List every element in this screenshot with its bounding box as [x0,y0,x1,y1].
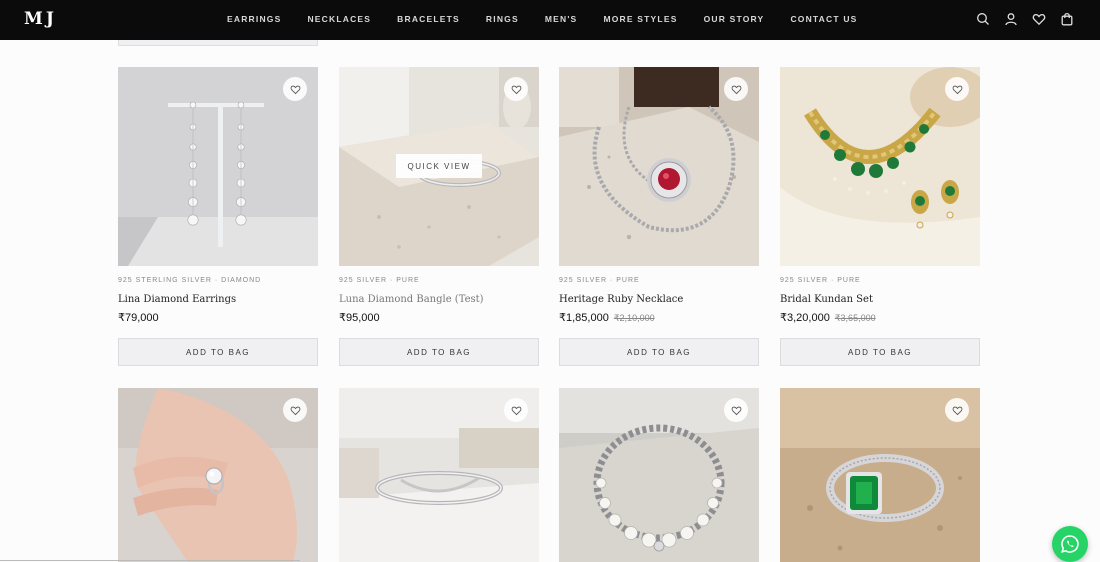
nav-link-mens[interactable]: MEN'S [545,14,578,24]
add-to-bag-button[interactable]: ADD TO BAG [118,338,318,366]
product-image[interactable] [118,388,318,562]
product-price: ₹3,20,000 ₹3,65,000 [780,311,876,324]
bag-icon[interactable] [1060,12,1074,26]
product-price: ₹1,85,000 ₹2,10,000 [559,311,655,324]
heart-icon [731,406,741,415]
current-price: ₹79,000 [118,312,159,324]
scroll-progress-line [0,560,300,561]
heart-icon [290,406,300,415]
product-card[interactable] [118,388,318,562]
whatsapp-icon [1061,535,1079,553]
nav-link-bracelets[interactable]: BRACELETS [397,14,460,24]
product-card[interactable] [780,388,980,562]
top-navbar: MJ EARRINGS NECKLACES BRACELETS RINGS ME… [0,0,1100,40]
product-card[interactable] [339,388,539,562]
wishlist-toggle[interactable] [724,398,748,422]
product-material: 925 SILVER · PURE [780,277,861,284]
product-name[interactable]: Bridal Kundan Set [780,294,873,305]
nav-link-contact-us[interactable]: CONTACT US [790,14,857,24]
wishlist-toggle[interactable] [724,77,748,101]
wishlist-toggle[interactable] [283,398,307,422]
product-price: ₹95,000 [339,311,380,324]
product-material: 925 STERLING SILVER · DIAMOND [118,277,262,284]
product-image[interactable] [559,67,759,266]
product-image[interactable] [780,67,980,266]
heart-icon [511,85,521,94]
heart-icon [511,406,521,415]
product-image[interactable] [339,388,539,562]
nav-link-necklaces[interactable]: NECKLACES [307,14,371,24]
product-card[interactable]: QUICK VIEW 925 SILVER · PURE Luna Diamon… [339,67,539,367]
add-to-bag-button[interactable]: ADD TO BAG [339,338,539,366]
heart-icon [952,85,962,94]
nav-icon-group [976,12,1074,26]
product-card[interactable]: 925 SILVER · PURE Heritage Ruby Necklace… [559,67,759,367]
product-name[interactable]: Luna Diamond Bangle (Test) [339,294,484,305]
current-price: ₹3,20,000 [780,312,830,324]
brand-logo[interactable]: MJ [24,9,57,29]
add-to-bag-button[interactable]: ADD TO BAG [780,338,980,366]
original-price: ₹3,65,000 [834,313,876,323]
quick-view-button[interactable]: QUICK VIEW [396,154,482,178]
nav-link-earrings[interactable]: EARRINGS [227,14,281,24]
wishlist-toggle[interactable] [504,398,528,422]
original-price: ₹2,10,000 [613,313,655,323]
product-card[interactable] [559,388,759,562]
wishlist-toggle[interactable] [945,398,969,422]
search-icon[interactable] [976,12,990,26]
account-icon[interactable] [1004,12,1018,26]
heart-icon [290,85,300,94]
whatsapp-chat-button[interactable] [1052,526,1088,562]
current-price: ₹1,85,000 [559,312,609,324]
product-name[interactable]: Heritage Ruby Necklace [559,294,683,305]
heart-icon [731,85,741,94]
product-material: 925 SILVER · PURE [339,277,420,284]
product-image[interactable]: QUICK VIEW [339,67,539,266]
nav-link-rings[interactable]: RINGS [486,14,519,24]
wishlist-toggle[interactable] [504,77,528,101]
wishlist-icon[interactable] [1032,12,1046,26]
main-nav: EARRINGS NECKLACES BRACELETS RINGS MEN'S… [227,14,858,24]
nav-link-more-styles[interactable]: MORE STYLES [603,14,677,24]
product-image[interactable] [118,67,318,266]
wishlist-toggle[interactable] [283,77,307,101]
nav-link-our-story[interactable]: OUR STORY [704,14,765,24]
wishlist-toggle[interactable] [945,77,969,101]
product-card[interactable]: 925 STERLING SILVER · DIAMOND Lina Diamo… [118,67,318,367]
previous-row-button-edge [118,40,318,46]
product-price: ₹79,000 [118,311,159,324]
add-to-bag-button[interactable]: ADD TO BAG [559,338,759,366]
current-price: ₹95,000 [339,312,380,324]
product-card[interactable]: 925 SILVER · PURE Bridal Kundan Set ₹3,2… [780,67,980,367]
product-name[interactable]: Lina Diamond Earrings [118,294,236,305]
product-material: 925 SILVER · PURE [559,277,640,284]
heart-icon [952,406,962,415]
product-image[interactable] [559,388,759,562]
product-image[interactable] [780,388,980,562]
